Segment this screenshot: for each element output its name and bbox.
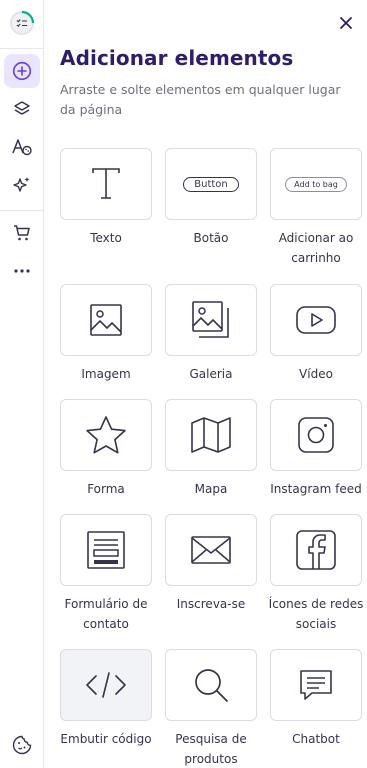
map-icon (191, 417, 231, 453)
panel-subtitle: Arraste e solte elementos em qualquer lu… (60, 82, 341, 117)
element-tile-chatbot[interactable]: Chatbot (270, 649, 362, 749)
layers-button[interactable] (4, 92, 40, 126)
add-circle-icon (12, 61, 32, 81)
facebook-icon (296, 530, 336, 570)
element-label: Mapa (194, 482, 228, 496)
chat-icon (300, 670, 332, 700)
cookie-consent-button[interactable] (4, 728, 40, 762)
element-label: Instagram feed (270, 482, 362, 496)
left-sidebar (0, 0, 44, 768)
element-tile-instagram[interactable]: Instagram feed (270, 399, 362, 499)
code-icon (86, 672, 126, 698)
text-style-button[interactable] (4, 130, 40, 164)
text-style-icon (12, 139, 32, 156)
element-tile-social-icons[interactable]: Ícones de redes sociais (269, 514, 363, 634)
video-icon (296, 306, 336, 334)
element-label: Embutir código (60, 732, 152, 746)
add-elements-panel: Adicionar elementos Arraste e solte elem… (45, 0, 367, 768)
element-tile-contact-form[interactable]: Formulário de contato (60, 514, 152, 634)
progress-checklist-button[interactable] (4, 6, 40, 40)
image-icon (90, 304, 122, 336)
add-elements-button[interactable] (4, 54, 40, 88)
element-tile-shape[interactable]: Forma (60, 399, 152, 499)
text-icon (92, 168, 120, 199)
element-label: Botão (193, 231, 229, 245)
cookie-icon (12, 735, 32, 755)
element-tile-video[interactable]: Vídeo (270, 284, 362, 384)
more-dots-icon (14, 269, 30, 273)
search-icon (195, 669, 228, 702)
element-tile-gallery[interactable]: Galeria (165, 284, 257, 384)
element-label: Galeria (189, 367, 233, 381)
element-label: Texto (90, 231, 122, 245)
layers-icon (14, 101, 30, 115)
element-tile-map[interactable]: Mapa (165, 399, 257, 499)
form-icon (87, 531, 125, 569)
element-tile-button[interactable]: Button Botão (165, 148, 257, 248)
element-label: Imagem (81, 367, 131, 381)
store-button[interactable] (4, 216, 40, 250)
element-tile-add-to-cart[interactable]: Add to bag Adicionar ao carrinho (270, 148, 362, 268)
close-icon (340, 17, 352, 29)
element-label: Chatbot (292, 732, 340, 746)
element-tile-product-search[interactable]: Pesquisa de produtos (165, 649, 257, 768)
element-label: Formulário de contato (64, 597, 148, 631)
gallery-icon (192, 301, 229, 338)
element-tile-text[interactable]: Texto (60, 148, 152, 248)
progress-checklist-icon (10, 10, 35, 35)
element-label: Vídeo (299, 367, 333, 381)
instagram-icon (298, 417, 334, 453)
add-to-bag-icon: Add to bag (285, 176, 347, 192)
element-label: Forma (87, 482, 125, 496)
element-label: Inscreva-se (176, 597, 246, 611)
element-tile-subscribe[interactable]: Inscreva-se (165, 514, 257, 614)
element-label: Adicionar ao carrinho (278, 231, 354, 265)
envelope-icon (191, 536, 231, 564)
cart-icon (14, 225, 30, 241)
star-icon (86, 416, 126, 454)
element-tile-image[interactable]: Imagem (60, 284, 152, 384)
panel-title: Adicionar elementos (60, 46, 294, 70)
close-button[interactable] (331, 8, 361, 38)
element-tile-embed-code[interactable]: Embutir código (60, 649, 152, 749)
ai-sparkles-icon (13, 177, 30, 192)
element-label: Ícones de redes sociais (268, 597, 364, 631)
button-icon: Button (183, 176, 239, 192)
more-button[interactable] (4, 254, 40, 288)
element-label: Pesquisa de produtos (175, 732, 247, 766)
ai-tools-button[interactable] (4, 168, 40, 202)
